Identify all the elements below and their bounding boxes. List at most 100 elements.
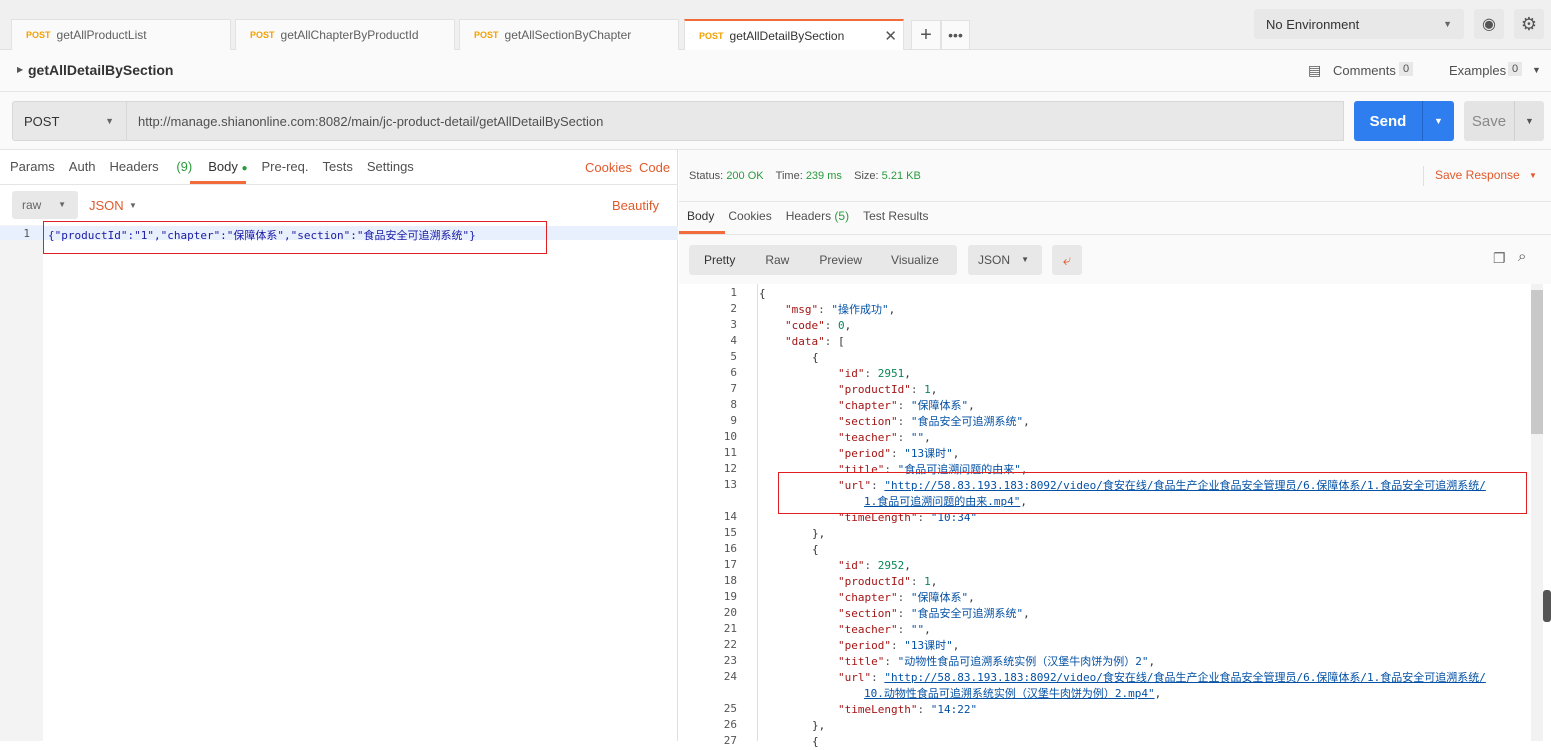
json-url-link[interactable]: 10.动物性食品可追溯系统实例（汉堡牛肉饼为例）2.mp4"	[864, 687, 1155, 700]
json-punct: ,	[924, 623, 931, 636]
request-tab[interactable]: POST getAllChapterByProductId	[235, 19, 455, 50]
tab-name: getAllSectionByChapter	[504, 28, 632, 42]
method-label: POST	[26, 30, 51, 40]
tab-headers[interactable]: Headers (9)	[110, 159, 193, 174]
copy-icon[interactable]: ❐	[1493, 250, 1506, 267]
save-options-chevron-icon[interactable]: ▼	[1514, 101, 1544, 141]
line-number: 13	[723, 478, 737, 491]
tab-test-results[interactable]: Test Results	[863, 209, 928, 223]
examples-button[interactable]: Examples	[1449, 63, 1506, 78]
send-button[interactable]: Send ▼	[1354, 101, 1454, 141]
comments-button[interactable]: Comments	[1333, 63, 1396, 78]
json-punct: ,	[1148, 655, 1156, 668]
json-string: "食品安全可追溯系统"	[910, 415, 1024, 428]
environment-label: No Environment	[1266, 16, 1360, 32]
line-number: 1	[23, 227, 30, 240]
code-line: {	[812, 542, 819, 558]
code-line: {	[812, 734, 819, 750]
new-tab-button[interactable]: +	[911, 20, 941, 50]
code-line: "chapter": "保障体系",	[838, 399, 975, 412]
code-line: "url": "http://58.83.193.183:8092/video/…	[838, 671, 1486, 684]
expand-caret-icon[interactable]: ▶	[17, 65, 23, 74]
gear-icon[interactable]: ⚙	[1514, 9, 1544, 39]
format-select[interactable]: JSON ▼	[968, 245, 1042, 275]
view-pretty[interactable]: Pretty	[704, 253, 735, 267]
divider	[679, 234, 1551, 235]
divider	[679, 201, 1551, 202]
scrollbar-thumb[interactable]	[1531, 290, 1543, 434]
tab-prereq[interactable]: Pre-req.	[262, 159, 309, 174]
time-label: Time:	[775, 170, 803, 182]
save-response-button[interactable]: Save Response	[1435, 168, 1520, 182]
scrollbar[interactable]	[1531, 284, 1543, 741]
json-string: "保障体系"	[910, 399, 969, 412]
tab-tests[interactable]: Tests	[322, 159, 352, 174]
tab-headers[interactable]: Headers (5)	[786, 209, 849, 223]
request-pane: Params Auth Headers (9) Body ● Pre-req. …	[0, 150, 678, 741]
save-button[interactable]: Save ▼	[1464, 101, 1544, 141]
json-number: 1	[924, 383, 931, 396]
request-tab-active[interactable]: POST getAllDetailBySection ✕	[684, 19, 904, 51]
json-string: ""	[910, 623, 925, 636]
line-number: 6	[730, 366, 737, 379]
body-type-select[interactable]: JSON	[89, 198, 124, 213]
request-tab[interactable]: POST getAllSectionByChapter	[459, 19, 679, 50]
send-options-chevron-icon[interactable]: ▼	[1422, 101, 1454, 141]
json-number: 2951	[877, 367, 905, 380]
tab-auth[interactable]: Auth	[69, 159, 96, 174]
eye-icon[interactable]: ◉	[1474, 9, 1504, 39]
search-icon[interactable]: ⌕	[1518, 248, 1526, 265]
json-key: "teacher"	[838, 431, 898, 444]
json-punct: ,	[968, 591, 975, 604]
environment-select[interactable]: No Environment ▼	[1254, 9, 1464, 39]
beautify-button[interactable]: Beautify	[612, 198, 659, 213]
examples-count: 0	[1508, 62, 1523, 76]
code-line: "period": "13课时",	[838, 639, 960, 652]
json-key: "section"	[838, 607, 898, 620]
tab-cookies[interactable]: Cookies	[728, 209, 771, 223]
response-pane: Status: 200 OK Time: 239 ms Size: 5.21 K…	[679, 150, 1551, 748]
view-preview[interactable]: Preview	[819, 253, 862, 267]
request-tab[interactable]: POST getAllProductList	[11, 19, 231, 50]
json-string: "操作成功"	[831, 303, 889, 316]
view-raw[interactable]: Raw	[765, 253, 789, 267]
chevron-down-icon[interactable]: ▼	[129, 201, 137, 210]
json-string: "14:22"	[930, 703, 978, 716]
view-visualize[interactable]: Visualize	[891, 253, 939, 267]
cookies-link[interactable]: Cookies	[585, 160, 632, 175]
side-handle[interactable]	[1543, 590, 1551, 622]
wrap-lines-icon[interactable]: ⤶	[1052, 245, 1082, 275]
line-number: 18	[723, 574, 737, 587]
code-line: "title": "动物性食品可追溯系统实例（汉堡牛肉饼为例）2",	[838, 655, 1156, 668]
method-label: POST	[474, 30, 499, 40]
chevron-down-icon: ▼	[1021, 255, 1029, 264]
save-label: Save	[1471, 112, 1507, 130]
line-number: 9	[730, 414, 737, 427]
json-key: "period"	[838, 639, 891, 652]
close-tab-icon[interactable]: ✕	[884, 27, 897, 45]
chevron-down-icon[interactable]: ▼	[1529, 171, 1537, 180]
line-number: 1	[730, 286, 737, 299]
status-value: 200 OK	[726, 170, 764, 182]
body-mode-select[interactable]: raw ▼	[12, 191, 78, 219]
line-number: 2	[730, 302, 737, 315]
more-tabs-icon[interactable]: •••	[941, 20, 970, 50]
line-number: 24	[723, 670, 737, 683]
method-select[interactable]: POST ▼	[12, 101, 127, 141]
code-line: "teacher": "",	[838, 431, 931, 444]
tab-params[interactable]: Params	[10, 159, 55, 174]
url-input[interactable]: http://manage.shianonline.com:8082/main/…	[127, 101, 1344, 141]
tab-body[interactable]: Body	[687, 209, 714, 223]
line-number: 15	[723, 526, 737, 539]
line-number: 5	[730, 350, 737, 363]
response-tabs: Body Cookies Headers (5) Test Results	[687, 209, 942, 223]
tab-body[interactable]: Body ●	[208, 159, 247, 174]
tab-name: getAllProductList	[56, 28, 147, 42]
headers-count: (9)	[176, 159, 193, 174]
json-punct: ,	[1023, 607, 1030, 620]
chevron-down-icon[interactable]: ▼	[1532, 65, 1541, 75]
tab-settings[interactable]: Settings	[367, 159, 414, 174]
json-string: "13课时"	[904, 447, 953, 460]
code-link[interactable]: Code	[639, 160, 670, 175]
tab-headers-label: Headers	[109, 159, 159, 174]
